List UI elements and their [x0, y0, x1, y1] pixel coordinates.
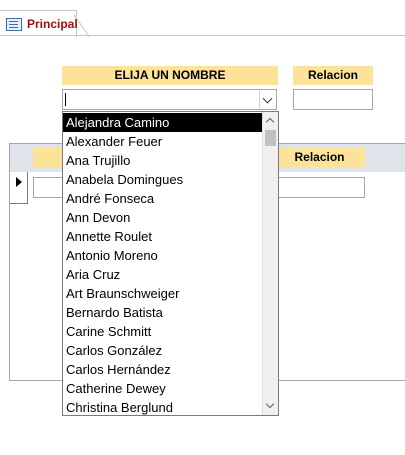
dropdown-item[interactable]: Carlos González — [63, 341, 262, 360]
name-header: ELIJA UN NOMBRE — [62, 66, 278, 85]
dropdown-item[interactable]: Antonio Moreno — [63, 246, 262, 265]
record-selector[interactable] — [10, 172, 28, 204]
chevron-down-icon[interactable] — [259, 91, 275, 108]
dropdown-item[interactable]: André Fonseca — [63, 189, 262, 208]
subform-relation-header: Relacion — [274, 147, 365, 167]
tab-label: Principal — [27, 17, 78, 31]
tab-edge — [74, 10, 92, 37]
dropdown-items: Alejandra Camino Alexander Feuer Ana Truji… — [63, 113, 262, 417]
name-combobox[interactable] — [62, 89, 277, 110]
dropdown-item[interactable]: Aria Cruz — [63, 265, 262, 284]
relation-field[interactable] — [293, 89, 373, 110]
scroll-up-icon[interactable] — [263, 112, 278, 129]
scrollbar[interactable] — [262, 112, 278, 415]
current-record-icon — [16, 177, 22, 187]
dropdown-item[interactable]: Alejandra Camino — [63, 113, 262, 132]
scroll-thumb[interactable] — [265, 130, 276, 146]
dropdown-item[interactable]: Art Braunschweiger — [63, 284, 262, 303]
dropdown-item[interactable]: Carine Schmitt — [63, 322, 262, 341]
dropdown-item[interactable]: Ana Trujillo — [63, 151, 262, 170]
dropdown-item[interactable]: Anabela Domingues — [63, 170, 262, 189]
dropdown-item[interactable]: Annette Roulet — [63, 227, 262, 246]
dropdown-item[interactable]: Carlos Hernández — [63, 360, 262, 379]
form-icon — [6, 18, 22, 31]
dropdown-item[interactable]: Ann Devon — [63, 208, 262, 227]
subform-relation-field[interactable] — [274, 177, 365, 198]
dropdown-item[interactable]: Alexander Feuer — [63, 132, 262, 151]
tab-divider — [0, 35, 405, 36]
dropdown-item[interactable]: Bernardo Batista — [63, 303, 262, 322]
relation-header: Relacion — [293, 66, 373, 85]
dropdown-item[interactable]: Catherine Dewey — [63, 379, 262, 398]
dropdown-item[interactable]: Christina Berglund — [63, 398, 262, 417]
text-cursor — [65, 93, 66, 106]
tab-strip: Principal — [0, 0, 405, 37]
name-dropdown-list[interactable]: Alejandra Camino Alexander Feuer Ana Truji… — [62, 111, 279, 416]
scroll-down-icon[interactable] — [263, 398, 278, 415]
tab-principal[interactable]: Principal — [0, 10, 78, 37]
